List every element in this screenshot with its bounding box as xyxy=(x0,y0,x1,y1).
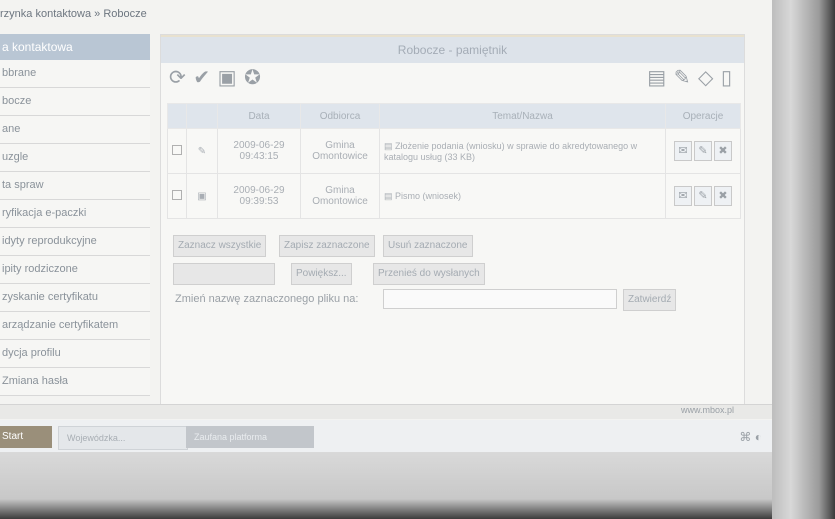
row-checkbox[interactable] xyxy=(172,144,182,155)
sidebar-item-zarzadzanie-certyfikatem[interactable]: arządzanie certyfikatem xyxy=(0,312,150,340)
breadcrumb: rzynka kontaktowa » Robocze xyxy=(0,8,147,20)
sidebar-item-zmiana-hasla[interactable]: Zmiana hasła xyxy=(0,368,150,396)
row-checkbox[interactable] xyxy=(172,189,182,200)
trash-row-icon: ▣ xyxy=(186,173,218,219)
status-url: www.mbox.pl xyxy=(680,405,734,415)
sidebar-item-robocze[interactable]: bocze xyxy=(0,88,150,116)
sidebar-item-edycja-profilu[interactable]: dycja profilu xyxy=(0,340,150,368)
sidebar: a kontaktowa bbrane bocze ane uzgle ta s… xyxy=(0,34,150,396)
network-icon: ⌘ xyxy=(739,430,752,444)
col-header-date[interactable]: Data xyxy=(217,103,301,129)
taskbar: Start Wojewódzka... Zaufana platforma ⌘ … xyxy=(0,420,772,452)
row-date: 2009-06-29 xyxy=(233,140,285,151)
sidebar-item-uzyskanie-certyfikatu[interactable]: zyskanie certyfikatu xyxy=(0,284,150,312)
sidebar-item-usuniete[interactable]: uzgle xyxy=(0,144,150,172)
send-icon[interactable]: ✉ xyxy=(674,186,692,206)
row-time: 09:39:53 xyxy=(239,196,279,207)
sidebar-item-weryfikacja[interactable]: ryfikacja e-paczki xyxy=(0,200,150,228)
send-icon[interactable]: ✉ xyxy=(674,141,692,161)
move-to-sent-button[interactable]: Przenieś do wysłanych xyxy=(373,263,485,285)
table-row[interactable]: ▣ 2009-06-29 09:39:53 Gmina Omontowice ▤… xyxy=(167,173,741,219)
row-recipient-name: Omontowice xyxy=(312,151,368,162)
row-recipient-name: Omontowice xyxy=(312,196,368,207)
sidebar-item-lista-spraw[interactable]: ta spraw xyxy=(0,172,150,200)
col-header-select xyxy=(167,103,187,129)
panel-title: Robocze - pamiętnik xyxy=(161,35,744,63)
document-icon: ▤ xyxy=(384,140,393,151)
check-icon[interactable]: ✔ xyxy=(193,67,210,89)
messages-table: Data Odbiorca Temat/Nazwa Operacje ✎ 200… xyxy=(167,103,741,219)
rename-input[interactable] xyxy=(383,289,617,309)
col-header-subject[interactable]: Temat/Nazwa xyxy=(379,103,666,129)
edit-icon[interactable]: ✎ xyxy=(694,186,712,206)
monitor-bezel-bottom xyxy=(0,452,772,519)
delete-icon[interactable]: ✖ xyxy=(714,186,732,206)
document-icon: ▤ xyxy=(384,190,393,201)
sidebar-item-rodziczone[interactable]: ipity rodziczone xyxy=(0,256,150,284)
select-all-button[interactable]: Zaznacz wszystkie xyxy=(173,235,267,257)
enlarge-button[interactable]: Powiększ... xyxy=(291,263,352,285)
row-subject[interactable]: Pismo (wniosek) xyxy=(395,191,461,201)
sidebar-item-wyslane[interactable]: ane xyxy=(0,116,150,144)
col-header-operations: Operacje xyxy=(665,103,741,129)
monitor-bezel-right xyxy=(772,0,835,519)
edit-icon[interactable]: ✎ xyxy=(694,141,712,161)
certificate-icon[interactable]: ✪ xyxy=(244,67,261,89)
package-icon[interactable]: ▣ xyxy=(218,67,237,89)
rename-label: Zmień nazwę zaznaczonego pliku na: xyxy=(175,293,359,305)
col-header-recipient[interactable]: Odbiorca xyxy=(300,103,380,129)
sidebar-item-reprodukcyjne[interactable]: idyty reprodukcyjne xyxy=(0,228,150,256)
trash-icon[interactable]: ▯ xyxy=(721,67,732,89)
toolbar-left: ⟳ ✔ ▣ ✪ xyxy=(169,65,263,90)
empty-button xyxy=(173,263,275,285)
tag-icon[interactable]: ◇ xyxy=(698,67,713,89)
attachment-icon: ✎ xyxy=(186,128,218,174)
system-tray: ⌘ ◐ xyxy=(739,430,762,444)
row-subject[interactable]: Złożenie podania (wniosku) w sprawie do … xyxy=(384,141,637,162)
delete-icon[interactable]: ✖ xyxy=(714,141,732,161)
sidebar-item-odebrane[interactable]: bbrane xyxy=(0,60,150,88)
toolbar-right: ▤ ✎ ◇ ▯ xyxy=(647,65,734,90)
taskbar-item-browser[interactable]: Wojewódzka... xyxy=(58,426,188,450)
browser-screen: rzynka kontaktowa » Robocze a kontaktowa… xyxy=(0,0,772,452)
volume-icon: ◐ xyxy=(754,430,762,444)
row-recipient: Gmina xyxy=(325,140,355,151)
delete-selected-button[interactable]: Usuń zaznaczone xyxy=(383,235,473,257)
sidebar-header: a kontaktowa xyxy=(0,34,150,60)
confirm-button[interactable]: Zatwierdź xyxy=(623,289,677,311)
drafts-panel: Robocze - pamiętnik ⟳ ✔ ▣ ✪ ▤ ✎ ◇ ▯ Data… xyxy=(160,34,745,406)
table-row[interactable]: ✎ 2009-06-29 09:43:15 Gmina Omontowice ▤… xyxy=(167,128,741,174)
attach-icon[interactable]: ✎ xyxy=(674,67,691,89)
taskbar-item-platform[interactable]: Zaufana platforma xyxy=(186,426,314,448)
folder-icon[interactable]: ▤ xyxy=(647,67,666,89)
col-header-type xyxy=(186,103,218,129)
save-selected-button[interactable]: Zapisz zaznaczone xyxy=(279,235,375,257)
status-bar: www.mbox.pl xyxy=(0,404,772,419)
start-button[interactable]: Start xyxy=(0,426,52,448)
row-date: 2009-06-29 xyxy=(233,185,285,196)
row-time: 09:43:15 xyxy=(239,151,279,162)
row-recipient: Gmina xyxy=(325,185,355,196)
refresh-icon[interactable]: ⟳ xyxy=(169,67,186,89)
